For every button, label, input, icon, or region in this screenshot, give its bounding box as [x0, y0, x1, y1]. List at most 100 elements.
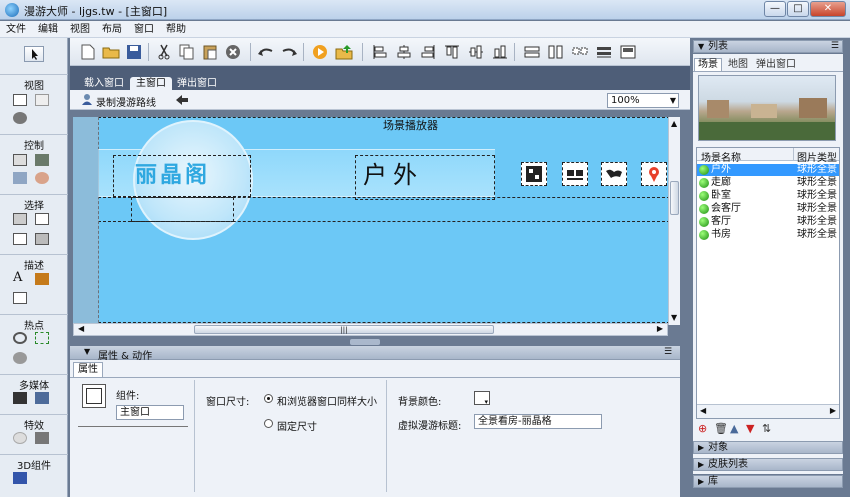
listbox-icon[interactable]: [13, 233, 27, 245]
menu-help[interactable]: 帮助: [160, 21, 192, 38]
skin-list-header[interactable]: ▶ 皮肤列表: [693, 458, 843, 471]
horizontal-scroll-thumb[interactable]: |||: [194, 325, 494, 334]
scene-row[interactable]: 会客厅 球形全景: [697, 203, 839, 215]
menu-edit[interactable]: 编辑: [32, 21, 64, 38]
tab-popups[interactable]: 弹出窗口: [753, 59, 799, 71]
align-middle-icon[interactable]: [466, 42, 486, 62]
redo-icon[interactable]: [279, 42, 299, 62]
horizontal-scrollbar[interactable]: ◀ ||| ▶: [73, 323, 668, 336]
panel-menu-icon[interactable]: ☰: [664, 347, 672, 357]
back-arrow-icon[interactable]: [174, 93, 190, 107]
panel-icon[interactable]: [13, 154, 27, 166]
component-name-field[interactable]: 主窗口: [116, 405, 184, 420]
column-scene-name[interactable]: 场景名称: [701, 149, 741, 164]
tab-popup-window[interactable]: 弹出窗口: [171, 77, 223, 90]
expand-icon[interactable]: ▶: [698, 476, 704, 487]
scene-player-stage[interactable]: 丽晶阁 场景播放器 户外: [73, 117, 670, 325]
align-bottom-icon[interactable]: [490, 42, 510, 62]
bg-color-picker[interactable]: ▾: [474, 391, 490, 406]
radio-browser-size-label[interactable]: 和浏览器窗口同样大小: [277, 393, 377, 408]
delete-icon[interactable]: [223, 42, 243, 62]
scene-row[interactable]: 书房 球形全景: [697, 229, 839, 241]
expand-icon[interactable]: ▶: [698, 442, 704, 453]
menu-file[interactable]: 文件: [0, 21, 32, 38]
scene-row[interactable]: 卧室 球形全景: [697, 190, 839, 202]
minimize-button[interactable]: —: [764, 1, 786, 17]
delete-scene-icon[interactable]: 🗑: [714, 422, 728, 435]
map-icon[interactable]: [601, 162, 627, 186]
scroll-left-icon[interactable]: ◀: [700, 406, 706, 415]
scroll-right-icon[interactable]: ▶: [657, 324, 663, 333]
vertical-scrollbar[interactable]: ▲ ▼: [668, 117, 680, 325]
menu-layout[interactable]: 布局: [96, 21, 128, 38]
objects-header[interactable]: ▶ 对象: [693, 441, 843, 454]
scene-list[interactable]: 场景名称 图片类型 户外 球形全景 走廊 球形全景 卧室 球形全景 会客厅 球形全景 客…: [696, 147, 840, 419]
align-right-icon[interactable]: [418, 42, 438, 62]
new-file-icon[interactable]: [78, 42, 98, 62]
align-top-icon[interactable]: [442, 42, 462, 62]
move-down-icon[interactable]: ▼: [746, 422, 754, 435]
cut-icon[interactable]: [154, 42, 174, 62]
open-folder-icon[interactable]: [101, 42, 121, 62]
thumbnail-icon[interactable]: [13, 213, 27, 225]
scroll-left-icon[interactable]: ◀: [78, 324, 84, 333]
radio-fixed-size[interactable]: [264, 419, 273, 428]
publish-icon[interactable]: [334, 42, 354, 62]
vertical-scroll-thumb[interactable]: [670, 181, 679, 215]
save-icon[interactable]: [124, 42, 144, 62]
compass-icon[interactable]: [35, 172, 49, 184]
image-icon[interactable]: [35, 94, 49, 106]
column-image-type[interactable]: 图片类型: [797, 149, 837, 164]
hotspot-polygon-icon[interactable]: [13, 352, 27, 364]
expand-icon[interactable]: ▶: [698, 459, 704, 470]
dropdown-icon[interactable]: [35, 213, 49, 225]
hotspot-point-icon[interactable]: [13, 332, 27, 344]
play-icon[interactable]: [310, 42, 330, 62]
slider-icon[interactable]: [13, 172, 27, 184]
scroll-down-icon[interactable]: ▼: [671, 313, 677, 322]
copy-icon[interactable]: [177, 42, 197, 62]
tab-main-window[interactable]: 主窗口: [130, 77, 172, 90]
radio-fixed-size-label[interactable]: 固定尺寸: [277, 418, 317, 433]
window-icon[interactable]: [13, 94, 27, 106]
sound-icon[interactable]: [35, 392, 49, 404]
scene-row[interactable]: 客厅 球形全景: [697, 216, 839, 228]
image-text-icon[interactable]: [35, 273, 49, 285]
picture-icon[interactable]: [35, 233, 49, 245]
tab-properties[interactable]: 属性: [73, 362, 103, 377]
tour-title-field[interactable]: 全景看房-丽晶格: [474, 414, 602, 429]
tab-scenes[interactable]: 场景: [694, 58, 722, 71]
textbox-icon[interactable]: [13, 292, 27, 304]
qrcode-icon[interactable]: [521, 162, 547, 186]
paste-icon[interactable]: [200, 42, 220, 62]
align-center-icon[interactable]: [394, 42, 414, 62]
same-width-icon[interactable]: [522, 42, 542, 62]
collapse-icon[interactable]: ▼: [84, 347, 90, 356]
list-hscrollbar[interactable]: ◀ ▶: [697, 404, 839, 418]
text-icon[interactable]: A: [13, 270, 22, 285]
move-up-icon[interactable]: ▲: [730, 422, 738, 435]
menu-window[interactable]: 窗口: [128, 21, 160, 38]
close-button[interactable]: ✕: [810, 1, 846, 17]
collapse-icon[interactable]: ▼: [698, 41, 704, 52]
record-route-button[interactable]: 录制漫游路线: [96, 94, 156, 109]
tab-load-window[interactable]: 载入窗口: [78, 77, 130, 90]
menu-view[interactable]: 视图: [64, 21, 96, 38]
distribute-icon[interactable]: [594, 42, 614, 62]
scene-row[interactable]: 走廊 球形全景: [697, 177, 839, 189]
thumbnails-icon[interactable]: [562, 162, 588, 186]
splitter-handle[interactable]: [350, 339, 380, 345]
effect-icon[interactable]: [35, 432, 49, 444]
location-pin-icon[interactable]: [641, 162, 667, 186]
layout-icon[interactable]: [618, 42, 638, 62]
sun-icon[interactable]: [13, 432, 27, 444]
align-left-icon[interactable]: [370, 42, 390, 62]
maximize-button[interactable]: □: [787, 1, 809, 17]
globe-icon[interactable]: [13, 112, 27, 124]
3d-component-icon[interactable]: [13, 472, 27, 484]
zoom-select[interactable]: 100% ▼: [607, 93, 679, 108]
panel-menu-icon[interactable]: ☰: [831, 41, 839, 52]
scroll-up-icon[interactable]: ▲: [671, 119, 677, 128]
library-header[interactable]: ▶ 库: [693, 475, 843, 488]
same-size-icon[interactable]: [570, 42, 590, 62]
